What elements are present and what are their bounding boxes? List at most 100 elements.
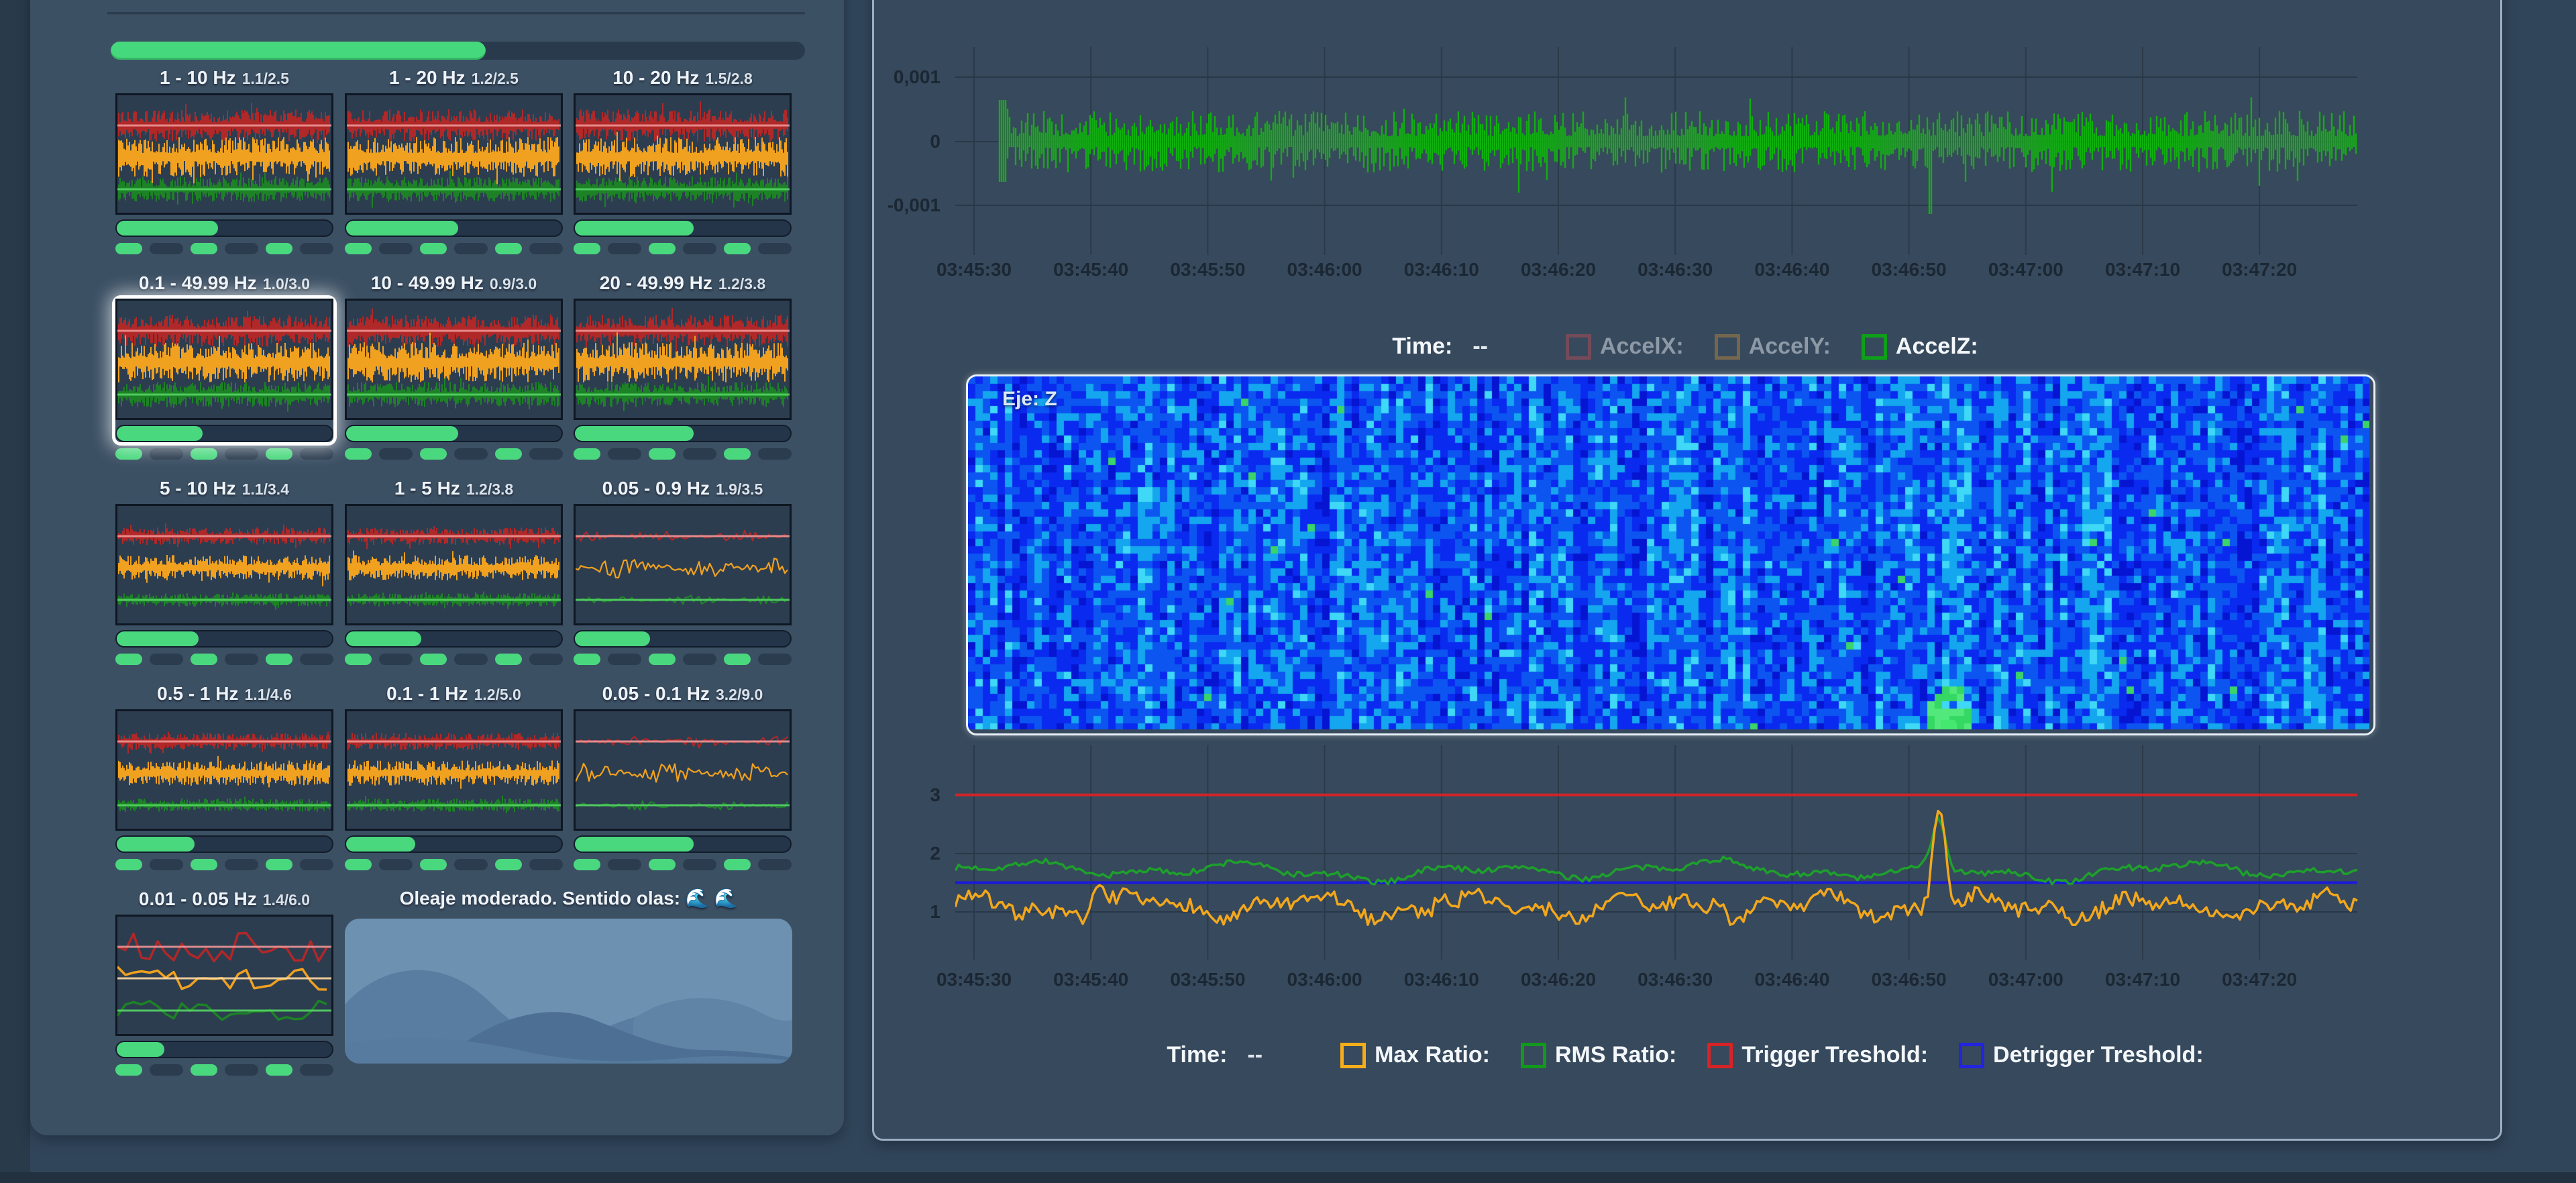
legend-series-toggle[interactable]: AccelY: <box>1715 333 1831 360</box>
segment-indicator-off <box>300 859 333 870</box>
band-progress-fill <box>575 221 694 236</box>
band-progress-fill <box>346 631 421 646</box>
band-range-text: 10 - 20 Hz <box>612 67 699 88</box>
band-thumbnail-label: 0.05 - 0.9 Hz1.9/3.5 <box>574 476 792 504</box>
time-tick-label: 03:47:10 <box>2084 259 2202 280</box>
band-thumbnail-body <box>574 709 792 853</box>
legend-color-swatch-icon <box>1715 334 1740 360</box>
legend-series-toggle[interactable]: AccelX: <box>1566 333 1684 360</box>
band-waveform-preview <box>115 299 333 420</box>
band-progress-fill <box>346 221 458 236</box>
band-thumbnail[interactable]: 1 - 20 Hz1.2/2.5 <box>345 65 563 254</box>
band-segment-indicators <box>345 654 563 665</box>
band-thumbnail[interactable]: 0.05 - 0.1 Hz3.2/9.0 <box>574 681 792 870</box>
band-ratio-text: 1.4/6.0 <box>263 891 310 909</box>
band-thumbnail-body <box>115 915 333 1058</box>
band-thumbnail[interactable]: 0.1 - 49.99 Hz1.0/3.0 <box>115 270 333 460</box>
accel-waveform-chart[interactable] <box>955 20 2359 262</box>
band-range-text: 1 - 20 Hz <box>389 67 466 88</box>
legend-series-label: AccelX: <box>1600 333 1684 360</box>
band-segment-indicators <box>345 243 563 254</box>
segment-indicator-on <box>345 448 372 460</box>
acquisition-progress-bar <box>111 42 805 60</box>
time-tick-label: 03:46:20 <box>1499 969 1617 990</box>
segment-indicator-on <box>420 654 447 665</box>
segment-indicator-on <box>649 654 676 665</box>
band-segment-indicators <box>574 654 792 665</box>
legend-series-toggle[interactable]: Trigger Treshold: <box>1707 1042 1928 1068</box>
segment-indicator-off <box>454 243 488 254</box>
band-progress-bar <box>115 630 333 648</box>
band-range-text: 0.1 - 49.99 Hz <box>139 272 257 293</box>
band-thumbnail[interactable]: 1 - 5 Hz1.2/3.8 <box>345 476 563 665</box>
segment-indicator-on <box>191 243 217 254</box>
band-progress-fill <box>117 631 199 646</box>
band-progress-bar <box>345 630 563 648</box>
band-thumbnail[interactable]: 5 - 10 Hz1.1/3.4 <box>115 476 333 665</box>
band-thumbnail-body <box>115 93 333 237</box>
band-thumbnail[interactable]: 20 - 49.99 Hz1.2/3.8 <box>574 270 792 460</box>
segment-indicator-off <box>529 243 563 254</box>
legend-series-toggle[interactable]: AccelZ: <box>1862 333 1978 360</box>
band-range-text: 0.01 - 0.05 Hz <box>139 888 257 909</box>
segment-indicator-off <box>608 859 641 870</box>
segment-indicator-off <box>683 654 716 665</box>
segment-indicator-on <box>724 448 751 460</box>
segment-indicator-off <box>608 243 641 254</box>
legend-series-toggle[interactable]: Max Ratio: <box>1340 1042 1490 1068</box>
time-tick-label: 03:46:40 <box>1733 969 1851 990</box>
legend-time-readout: Time:-- <box>1392 333 1488 360</box>
segment-indicator-off <box>454 654 488 665</box>
band-range-text: 0.5 - 1 Hz <box>157 683 238 704</box>
segment-indicator-on <box>724 859 751 870</box>
segment-indicator-on <box>724 654 751 665</box>
band-progress-bar <box>115 1041 333 1058</box>
band-waveform-preview <box>345 709 563 831</box>
band-progress-fill <box>117 221 218 236</box>
segment-indicator-off <box>150 654 183 665</box>
time-tick-label: 03:46:10 <box>1383 969 1501 990</box>
y-axis-label: 0,001 <box>825 66 941 88</box>
band-segment-indicators <box>115 448 333 460</box>
band-segment-indicators <box>115 1064 333 1076</box>
legend-series-toggle[interactable]: Detrigger Treshold: <box>1959 1042 2204 1068</box>
band-thumbnail[interactable]: 1 - 10 Hz1.1/2.5 <box>115 65 333 254</box>
band-segment-indicators <box>574 243 792 254</box>
segment-indicator-off <box>300 243 333 254</box>
segment-indicator-on <box>115 1064 142 1076</box>
band-thumbnail[interactable]: 0.05 - 0.9 Hz1.9/3.5 <box>574 476 792 665</box>
band-progress-fill <box>117 426 203 441</box>
segment-indicator-on <box>266 654 292 665</box>
legend-series-label: RMS Ratio: <box>1555 1042 1676 1068</box>
band-range-text: 0.05 - 0.1 Hz <box>602 683 710 704</box>
band-segment-indicators <box>345 859 563 870</box>
band-thumbnail[interactable]: 10 - 20 Hz1.5/2.8 <box>574 65 792 254</box>
segment-indicator-on <box>495 654 522 665</box>
spectrogram-plot[interactable] <box>966 374 2375 735</box>
band-thumbnail[interactable]: 10 - 49.99 Hz0.9/3.0 <box>345 270 563 460</box>
band-thumbnail[interactable]: 0.01 - 0.05 Hz 1.4/6.0 <box>115 886 333 1076</box>
band-thumbnail[interactable]: 0.5 - 1 Hz1.1/4.6 <box>115 681 333 870</box>
band-thumbnail[interactable]: 0.1 - 1 Hz1.2/5.0 <box>345 681 563 870</box>
band-progress-bar <box>345 219 563 237</box>
band-thumbnail-label: 1 - 5 Hz1.2/3.8 <box>345 476 563 504</box>
band-progress-bar <box>574 630 792 648</box>
band-progress-fill <box>346 837 415 852</box>
band-segment-indicators <box>115 859 333 870</box>
band-waveform-preview <box>574 504 792 625</box>
spectrogram-axis-label: Eje: Z <box>1002 388 1057 411</box>
trigger-ratio-chart[interactable] <box>955 738 2359 966</box>
band-range-text: 10 - 49.99 Hz <box>371 272 484 293</box>
time-tick-label: 03:46:30 <box>1616 969 1734 990</box>
segment-indicator-off <box>150 448 183 460</box>
time-tick-label: 03:45:40 <box>1032 259 1150 280</box>
band-thumbnail-label: 0.1 - 49.99 Hz1.0/3.0 <box>115 270 333 299</box>
legend-series-label: Max Ratio: <box>1375 1042 1490 1068</box>
segment-indicator-on <box>574 448 600 460</box>
legend-time-value: -- <box>1472 333 1488 360</box>
legend-series-label: AccelY: <box>1749 333 1831 360</box>
acquisition-progress-fill <box>111 42 486 60</box>
segment-indicator-on <box>495 448 522 460</box>
legend-series-toggle[interactable]: RMS Ratio: <box>1521 1042 1676 1068</box>
band-thumbnail-label: 0.05 - 0.1 Hz3.2/9.0 <box>574 681 792 709</box>
